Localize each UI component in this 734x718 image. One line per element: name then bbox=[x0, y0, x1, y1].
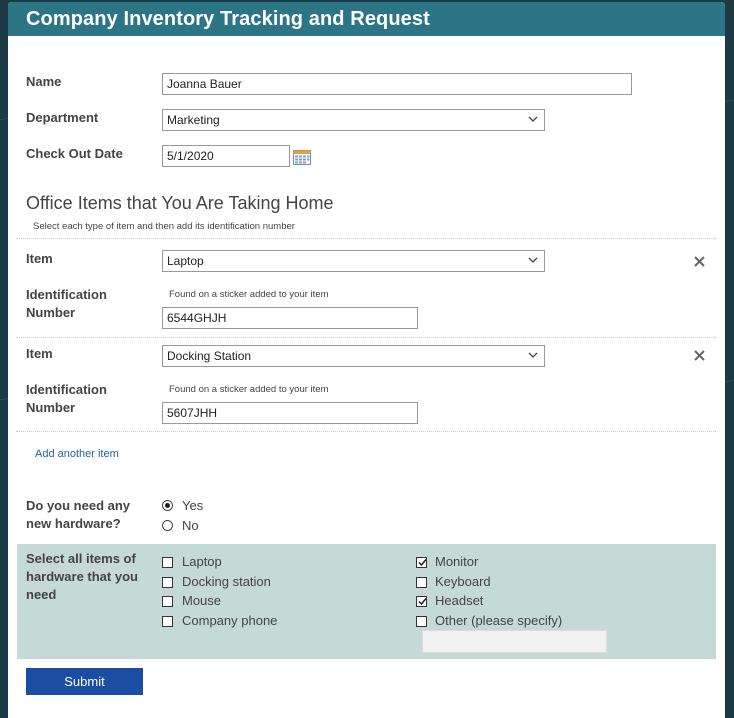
calendar-icon[interactable] bbox=[293, 149, 311, 165]
monitor-checkbox[interactable] bbox=[416, 557, 427, 568]
remove-item-icon[interactable] bbox=[693, 255, 707, 269]
keyboard-checkbox-label: Keyboard bbox=[435, 574, 491, 589]
docking-station-checkbox[interactable] bbox=[162, 577, 173, 588]
items-section-hint: Select each type of item and then add it… bbox=[33, 221, 295, 232]
other-specify-input[interactable] bbox=[422, 630, 607, 653]
form-window: Company Inventory Tracking and Request N… bbox=[8, 2, 725, 718]
yes-radio-label: Yes bbox=[182, 498, 204, 513]
identification-number-label: Identification Number bbox=[26, 287, 107, 320]
divider bbox=[16, 431, 716, 432]
items-section-title: Office Items that You Are Taking Home bbox=[26, 193, 334, 213]
checkmark-icon bbox=[418, 559, 427, 567]
checkout-date-label: Check Out Date bbox=[26, 146, 123, 161]
docking-station-checkbox-label: Docking station bbox=[182, 574, 271, 589]
department-value: Marketing bbox=[167, 113, 220, 127]
mouse-checkbox[interactable] bbox=[162, 596, 173, 607]
item-label: Item bbox=[26, 251, 53, 266]
item-select[interactable]: Docking Station bbox=[162, 345, 545, 367]
submit-button[interactable]: Submit bbox=[26, 668, 143, 695]
laptop-checkbox-label: Laptop bbox=[182, 554, 222, 569]
checkout-date-input[interactable]: 5/1/2020 bbox=[162, 145, 290, 167]
chevron-down-icon bbox=[528, 257, 538, 263]
item-label: Item bbox=[26, 346, 53, 361]
chevron-down-icon bbox=[528, 352, 538, 358]
identification-number-label: Identification Number bbox=[26, 382, 107, 415]
identification-number-input[interactable]: 5607JHH bbox=[162, 402, 418, 424]
identification-hint: Found on a sticker added to your item bbox=[169, 384, 329, 395]
form-title: Company Inventory Tracking and Request bbox=[26, 8, 430, 30]
mouse-checkbox-label: Mouse bbox=[182, 593, 222, 608]
headset-checkbox-label: Headset bbox=[435, 593, 484, 608]
identification-number-input[interactable]: 6544GHJH bbox=[162, 307, 418, 329]
hardware-panel: Select all items of hardware that you ne… bbox=[17, 544, 716, 659]
department-select[interactable]: Marketing bbox=[162, 109, 545, 131]
department-label: Department bbox=[26, 110, 99, 125]
no-radio[interactable] bbox=[162, 520, 173, 531]
name-label: Name bbox=[26, 74, 62, 89]
other-checkbox-label: Other (please specify) bbox=[435, 613, 563, 628]
add-item-link[interactable]: Add another item bbox=[35, 448, 119, 460]
item-select-value: Docking Station bbox=[167, 349, 252, 363]
company-phone-checkbox-label: Company phone bbox=[182, 613, 278, 628]
yes-radio[interactable] bbox=[162, 500, 173, 511]
form-header: Company Inventory Tracking and Request bbox=[8, 2, 725, 36]
name-input[interactable]: Joanna Bauer bbox=[162, 73, 632, 95]
divider bbox=[16, 337, 716, 338]
item-select[interactable]: Laptop bbox=[162, 250, 545, 272]
no-radio-label: No bbox=[182, 518, 199, 533]
checkmark-icon bbox=[418, 598, 427, 606]
company-phone-checkbox[interactable] bbox=[162, 616, 173, 627]
divider bbox=[16, 238, 716, 239]
remove-item-icon[interactable] bbox=[693, 349, 707, 363]
keyboard-checkbox[interactable] bbox=[416, 577, 427, 588]
identification-hint: Found on a sticker added to your item bbox=[169, 289, 329, 300]
need-hardware-label: Do you need any new hardware? bbox=[26, 498, 131, 531]
other-checkbox[interactable] bbox=[416, 616, 427, 627]
headset-checkbox[interactable] bbox=[416, 596, 427, 607]
laptop-checkbox[interactable] bbox=[162, 557, 173, 568]
hardware-label: Select all items of hardware that you ne… bbox=[26, 551, 138, 602]
monitor-checkbox-label: Monitor bbox=[435, 554, 479, 569]
item-select-value: Laptop bbox=[167, 254, 204, 268]
chevron-down-icon bbox=[528, 116, 538, 122]
